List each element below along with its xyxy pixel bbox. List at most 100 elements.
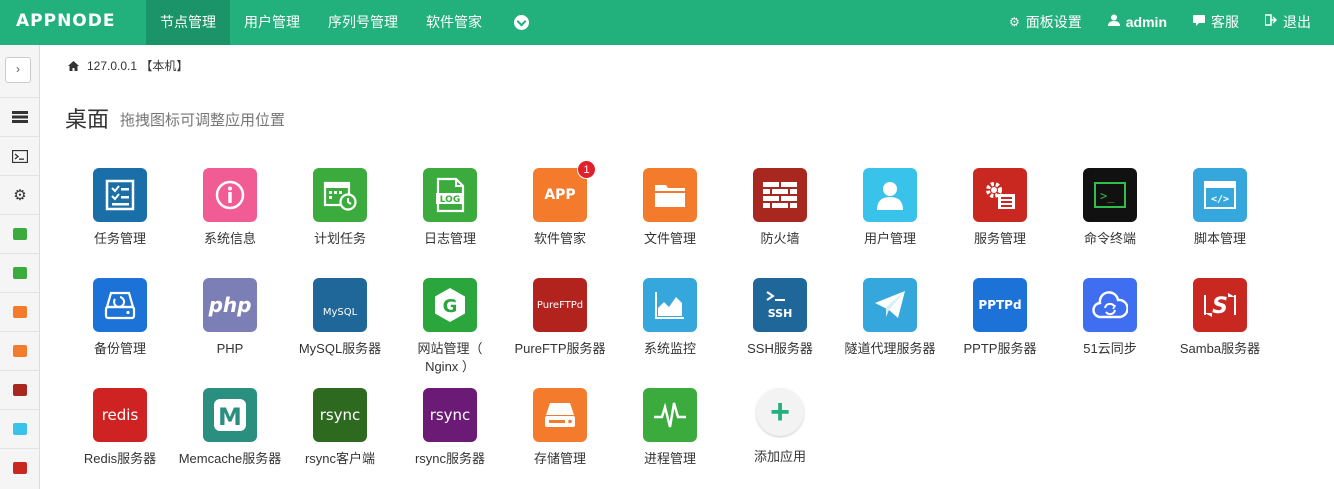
app-label: 命令终端 xyxy=(1083,231,1136,246)
logout-label: 退出 xyxy=(1283,14,1311,30)
tile-text: PPTPd xyxy=(978,298,1022,312)
gear-icon: ⚙ xyxy=(1009,15,1020,29)
app-php[interactable]: php PHP xyxy=(175,278,285,358)
logout-icon xyxy=(1264,0,1278,45)
brick-wall-icon xyxy=(753,168,807,222)
rsync-logo-icon: rsync xyxy=(423,388,477,442)
tile-text: S xyxy=(1212,294,1228,319)
app-log-manager[interactable]: LOG 日志管理 xyxy=(395,168,505,248)
page-subtitle: 拖拽图标可调整应用位置 xyxy=(120,112,286,129)
app-pptp-server[interactable]: PPTPd PPTP服务器 xyxy=(945,278,1055,358)
sidebar-item-firewall[interactable] xyxy=(0,370,40,409)
app-rsync-client[interactable]: rsync rsync客户端 xyxy=(285,388,395,468)
app-system-info[interactable]: 系统信息 xyxy=(175,168,285,248)
app-file-manager[interactable]: 文件管理 xyxy=(615,168,725,248)
app-tunnel-proxy-server[interactable]: 隧道代理服务器 xyxy=(835,278,945,358)
admin-user-link[interactable]: admin xyxy=(1095,0,1180,45)
folder-icon xyxy=(643,168,697,222)
samba-logo-icon: S xyxy=(1193,278,1247,332)
app-label: SSH服务器 xyxy=(747,341,813,356)
home-icon[interactable] xyxy=(68,60,79,71)
gear-icon: ⚙ xyxy=(13,187,27,204)
nav-more-button[interactable] xyxy=(496,0,546,45)
sidebar-item-terminal[interactable] xyxy=(0,136,40,175)
nav-software-manager[interactable]: 软件管家 xyxy=(412,0,496,45)
sidebar-item-tasks[interactable] xyxy=(0,97,40,136)
nav-node-management[interactable]: 节点管理 xyxy=(146,0,230,45)
task-list-icon xyxy=(93,168,147,222)
app-label: 文件管理 xyxy=(643,231,696,246)
app-mysql-server[interactable]: MySQL MySQL服务器 xyxy=(285,278,395,358)
top-navbar: APPNODE 节点管理 用户管理 序列号管理 软件管家 ⚙ 面板设置 admi… xyxy=(0,0,1334,45)
sidebar-item-users[interactable] xyxy=(0,409,40,448)
support-link[interactable]: 客服 xyxy=(1180,0,1252,45)
breadcrumb-host[interactable]: 127.0.0.1 【本机】 xyxy=(87,57,188,74)
brand-logo[interactable]: APPNODE xyxy=(16,11,115,31)
app-label: 隧道代理服务器 xyxy=(844,341,936,356)
chevron-down-icon xyxy=(513,15,529,30)
app-pureftp-server[interactable]: PureFTPd PureFTP服务器 xyxy=(505,278,615,358)
sidebar-toggle-button[interactable]: › xyxy=(5,57,31,83)
php-logo-icon: php xyxy=(203,278,257,332)
tile-text: rsync xyxy=(429,406,471,424)
app-script-manager[interactable]: </> 脚本管理 xyxy=(1165,168,1275,248)
tile-text: redis xyxy=(101,406,139,424)
app-process-manager[interactable]: 进程管理 xyxy=(615,388,725,468)
app-website-manager[interactable]: G 网站管理（ Nginx ） xyxy=(395,278,505,376)
folder-icon xyxy=(13,345,27,357)
app-software-manager[interactable]: APP 1 软件管家 xyxy=(505,160,615,248)
app-label: 日志管理 xyxy=(423,231,476,246)
app-firewall[interactable]: 防火墙 xyxy=(725,168,835,248)
nav-serial-management[interactable]: 序列号管理 xyxy=(314,0,412,45)
app-samba-server[interactable]: S Samba服务器 xyxy=(1165,278,1275,358)
app-label: rsync客户端 xyxy=(304,451,376,466)
app-storage-manager[interactable]: 存储管理 xyxy=(505,388,615,468)
app-service-manager[interactable]: 服务管理 xyxy=(945,168,1055,248)
tile-text: >_ xyxy=(1100,189,1115,203)
app-label: 系统信息 xyxy=(203,231,256,246)
plus-icon: + xyxy=(756,388,804,436)
add-app-button[interactable]: + 添加应用 xyxy=(725,388,835,466)
app-scheduled-tasks[interactable]: 计划任务 xyxy=(285,168,395,248)
right-nav: ⚙ 面板设置 admin 客服 退出 xyxy=(996,0,1324,45)
panel-settings-label: 面板设置 xyxy=(1025,14,1082,30)
panel-settings-link[interactable]: ⚙ 面板设置 xyxy=(996,0,1095,45)
paper-plane-icon xyxy=(863,278,917,332)
sidebar-item-files[interactable] xyxy=(0,331,40,370)
app-label: 进程管理 xyxy=(643,451,696,466)
sidebar-item-services[interactable] xyxy=(0,448,40,487)
app-system-monitor[interactable]: 系统监控 xyxy=(615,278,725,358)
app-backup-manager[interactable]: 备份管理 xyxy=(65,278,175,358)
heartbeat-icon xyxy=(643,388,697,442)
log-icon xyxy=(13,267,27,279)
app-store-icon: APP 1 xyxy=(533,160,596,222)
gear-list-icon xyxy=(973,168,1027,222)
app-label: PureFTP服务器 xyxy=(514,341,606,356)
logout-link[interactable]: 退出 xyxy=(1252,0,1324,45)
app-label: 用户管理 xyxy=(863,231,916,246)
app-terminal[interactable]: >_ 命令终端 xyxy=(1055,168,1165,248)
app-redis-server[interactable]: redis Redis服务器 xyxy=(65,388,175,468)
app-rsync-server[interactable]: rsync rsync服务器 xyxy=(395,388,505,468)
app-user-manager[interactable]: 用户管理 xyxy=(835,168,945,248)
app-label: 备份管理 xyxy=(93,341,146,356)
app-cloud-sync[interactable]: 51云同步 xyxy=(1055,278,1165,358)
app-memcache-server[interactable]: M Memcache服务器 xyxy=(175,388,285,468)
app-ssh-server[interactable]: SSH SSH服务器 xyxy=(725,278,835,358)
sidebar-item-schedule[interactable] xyxy=(0,214,40,253)
pureftp-logo-icon: PureFTPd xyxy=(533,278,587,332)
app-task-manager[interactable]: 任务管理 xyxy=(65,168,175,248)
app-label: 添加应用 xyxy=(753,449,806,464)
nav-user-management[interactable]: 用户管理 xyxy=(230,0,314,45)
terminal-icon xyxy=(12,149,28,163)
sidebar-item-apps[interactable] xyxy=(0,292,40,331)
ssh-terminal-icon: SSH xyxy=(753,278,807,332)
tile-text: LOG xyxy=(440,195,460,205)
list-icon xyxy=(12,111,28,123)
tile-text: APP xyxy=(544,187,576,203)
user-icon xyxy=(13,423,27,435)
sidebar-item-logs[interactable] xyxy=(0,253,40,292)
tile-text: PureFTPd xyxy=(536,299,584,311)
sidebar-item-settings[interactable]: ⚙ xyxy=(0,175,40,214)
app-label: 脚本管理 xyxy=(1193,231,1246,246)
